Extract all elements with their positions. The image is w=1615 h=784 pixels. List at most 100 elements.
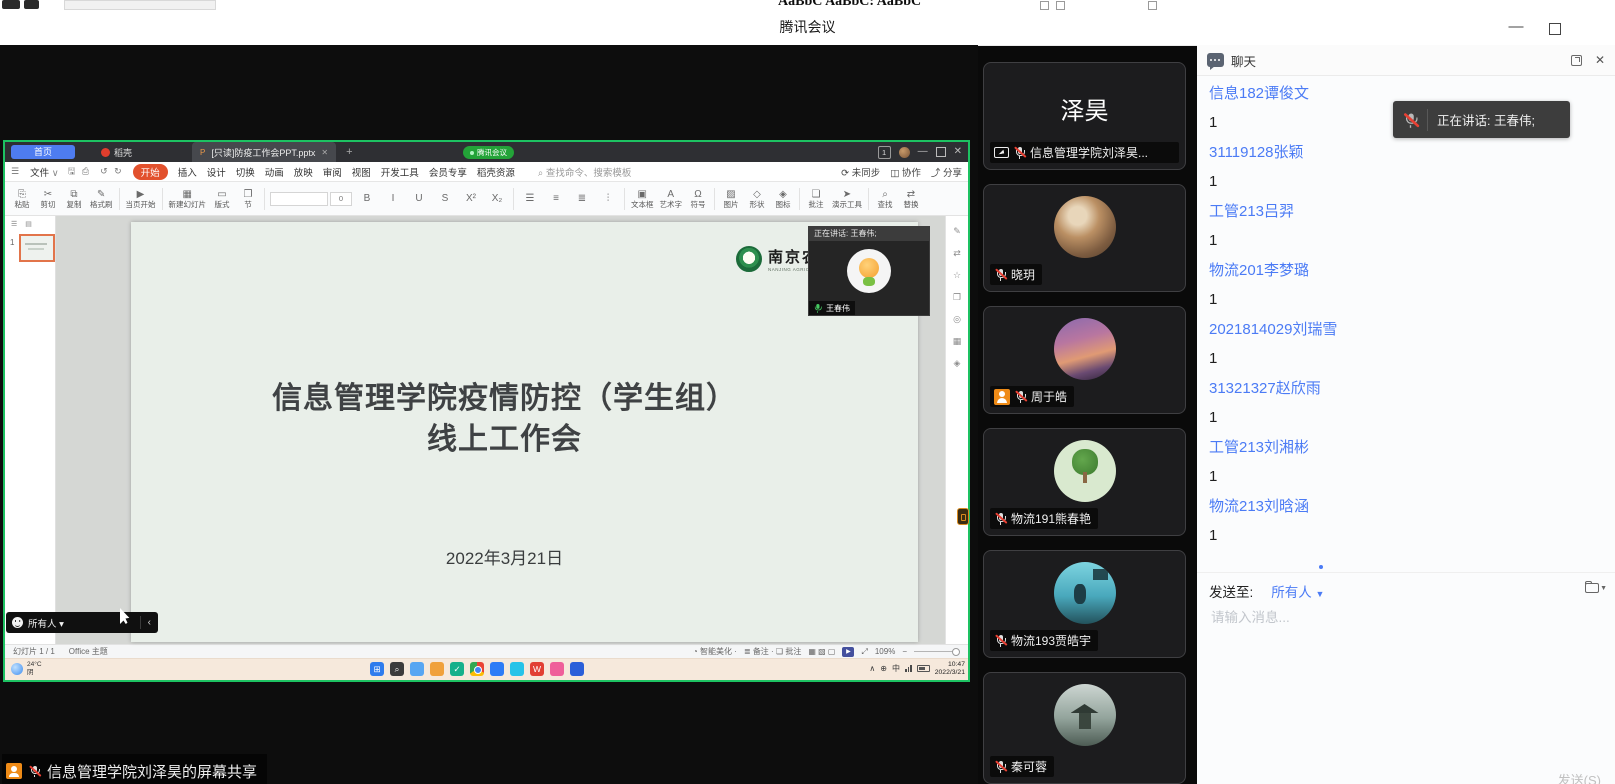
participant-tile[interactable]: 晓玥 xyxy=(983,184,1186,292)
taskbar-icon-tim[interactable] xyxy=(510,662,524,676)
wps-close-icon[interactable]: ✕ xyxy=(954,147,962,157)
toolbar-批注[interactable]: ❏批注 xyxy=(803,189,829,209)
toolbar-节[interactable]: ❐节 xyxy=(235,189,261,209)
wps-search[interactable]: ⌕ 查找命令、搜索模板 xyxy=(538,165,631,179)
send-button[interactable]: 发送(S) xyxy=(1558,770,1601,784)
edit-icon[interactable]: ✎ xyxy=(953,226,961,237)
ribbon-tab[interactable]: 视图 xyxy=(352,165,371,179)
participant-tile[interactable]: 物流193贾皓宇 xyxy=(983,550,1186,658)
notes-button[interactable]: ≣ 备注 · ❏ 批注 xyxy=(744,646,801,657)
taskbar-icon-pink-app[interactable] xyxy=(550,662,564,676)
wifi-icon[interactable] xyxy=(905,665,912,672)
ribbon-tab[interactable]: 插入 xyxy=(178,165,197,179)
star-icon[interactable]: ☆ xyxy=(953,270,961,281)
participant-tile[interactable]: 物流191熊春艳 xyxy=(983,428,1186,536)
participant-tile[interactable]: 秦可蓉 xyxy=(983,672,1186,784)
toolbar-X₂[interactable]: X₂ xyxy=(484,193,510,204)
ribbon-tab[interactable]: 审阅 xyxy=(323,165,342,179)
menu-file[interactable]: 文件 ∨ xyxy=(30,165,59,179)
ime-indicator[interactable]: 中 xyxy=(892,663,900,674)
tray-globe-icon[interactable]: ⊕ xyxy=(880,664,887,673)
shape-icon[interactable]: ◈ xyxy=(954,358,961,369)
new-tab-button[interactable]: + xyxy=(346,146,352,158)
wps-tab-home[interactable]: 首页 xyxy=(11,145,75,159)
panel-icon[interactable]: ❐ xyxy=(953,292,961,303)
undo-redo-icons[interactable]: ↺ ↻ xyxy=(100,166,124,177)
taskbar-icon-chrome[interactable] xyxy=(470,662,484,676)
wps-restore-icon[interactable] xyxy=(936,147,946,157)
ribbon-tab[interactable]: 会员专享 xyxy=(429,165,467,179)
wps-assistant-badge-icon[interactable] xyxy=(957,508,969,525)
toolbar-粘贴[interactable]: ⎘粘贴 xyxy=(9,189,35,209)
toolbar-S[interactable]: S xyxy=(432,193,458,204)
zoom-slider-knob[interactable] xyxy=(952,648,960,656)
toolbar-形状[interactable]: ◇形状 xyxy=(744,189,770,209)
toolbar-当页开始[interactable]: ▶当页开始 xyxy=(123,189,159,209)
ribbon-tab[interactable]: 稻壳资源 xyxy=(477,165,515,179)
wps-tab-document[interactable]: P [只读]防疫工作会PPT.pptx ✕ xyxy=(192,142,336,162)
toolbar-符号[interactable]: Ω符号 xyxy=(685,189,711,209)
minimize-button[interactable]: — xyxy=(1506,18,1526,38)
wps-account-avatar[interactable] xyxy=(899,147,910,158)
ribbon-tab[interactable]: 开发工具 xyxy=(381,165,419,179)
toolbar-版式[interactable]: ▭版式 xyxy=(209,189,235,209)
collapse-chevron-icon[interactable]: ‹ xyxy=(141,617,158,628)
ribbon-tab[interactable]: 开始 xyxy=(133,164,168,180)
toolbar-文本框[interactable]: ▣文本框 xyxy=(628,189,657,209)
chat-close-icon[interactable]: ✕ xyxy=(1595,54,1605,66)
taskbar-icon-search[interactable]: ⌕ xyxy=(390,662,404,676)
toolbar-替换[interactable]: ⇄替换 xyxy=(898,189,924,209)
account-action[interactable]: ◫ 协作 xyxy=(890,165,921,179)
toolbar-新建幻灯片[interactable]: ▦新建幻灯片 xyxy=(166,189,210,209)
account-action[interactable]: ⤴ 分享 xyxy=(931,165,962,179)
toolbar-格式刷[interactable]: ✎格式刷 xyxy=(87,189,116,209)
toolbar-icon[interactable]: ☰ xyxy=(517,193,543,204)
toolbar-icon[interactable]: ≣ xyxy=(569,193,595,204)
participant-tile[interactable]: 周于皓 xyxy=(983,306,1186,414)
toolbar-icon[interactable]: ≡ xyxy=(543,193,569,204)
ribbon-tab[interactable]: 设计 xyxy=(207,165,226,179)
help-icon[interactable]: ◎ xyxy=(953,314,961,325)
annotation-audience-pill[interactable]: 所有人 ▾ ‹ xyxy=(6,612,158,633)
maximize-button[interactable] xyxy=(1549,23,1561,35)
toolbar-图片[interactable]: ▨图片 xyxy=(718,189,744,209)
popout-icon[interactable] xyxy=(1571,55,1582,66)
meeting-status-pill[interactable]: 腾讯会议 xyxy=(463,146,514,159)
speaker-float-window[interactable]: 正在讲话: 王春伟; 王春伟 xyxy=(808,226,930,316)
fit-icon[interactable]: ⤢ xyxy=(861,647,867,657)
taskbar-icon-check-green[interactable]: ✓ xyxy=(450,662,464,676)
wps-minimize-icon[interactable]: — xyxy=(918,147,928,157)
toolbar-复制[interactable]: ⧉复制 xyxy=(61,189,87,209)
toolbar-查找[interactable]: ⌕查找 xyxy=(872,189,898,209)
participant-tile[interactable]: 泽昊信息管理学院刘泽昊... xyxy=(983,62,1186,170)
taskbar-icon-wps[interactable]: W xyxy=(530,662,544,676)
taskbar-icon-folder[interactable] xyxy=(430,662,444,676)
hamburger-icon[interactable]: ☰ xyxy=(11,166,21,177)
toolbar-剪切[interactable]: ✂剪切 xyxy=(35,189,61,209)
toolbar-艺术字[interactable]: A艺术字 xyxy=(657,189,686,209)
toolbar-X²[interactable]: X² xyxy=(458,193,484,204)
taskbar-icon-blue-app[interactable] xyxy=(570,662,584,676)
save-print-icons[interactable]: 🖫 ⎙ xyxy=(68,164,91,180)
toolbar-I[interactable]: I xyxy=(380,193,406,204)
ribbon-tab[interactable]: 切换 xyxy=(236,165,255,179)
view-mode-icons[interactable]: ▦ ▧ ▢ xyxy=(808,647,835,656)
toolbar-U[interactable]: U xyxy=(406,193,432,204)
taskbar-icon-qq[interactable] xyxy=(490,662,504,676)
ribbon-tab[interactable]: 动画 xyxy=(265,165,284,179)
taskbar-clock[interactable]: 10:47 2022/3/21 xyxy=(935,661,965,676)
zoom-out-button[interactable]: − xyxy=(902,647,907,656)
play-slideshow-button[interactable]: ▶ xyxy=(842,647,854,657)
taskbar-icon-explorer[interactable] xyxy=(410,662,424,676)
account-action[interactable]: ⟳ 未同步 xyxy=(841,165,880,179)
wps-tab-docer[interactable]: 稻壳 xyxy=(101,146,132,159)
ribbon-tab[interactable]: 放映 xyxy=(294,165,313,179)
tab-count-badge[interactable]: 1 xyxy=(878,146,891,159)
swap-icon[interactable]: ⇄ xyxy=(953,248,961,259)
font-name-box[interactable] xyxy=(270,192,328,206)
send-file-icon[interactable] xyxy=(1585,583,1599,593)
chat-input[interactable] xyxy=(1209,609,1603,626)
taskbar-weather[interactable]: 24°C阴 xyxy=(11,661,42,676)
beautify-button[interactable]: ◔ 智能美化 · xyxy=(693,646,737,657)
taskbar-icon-start[interactable]: ⊞ xyxy=(370,662,384,676)
